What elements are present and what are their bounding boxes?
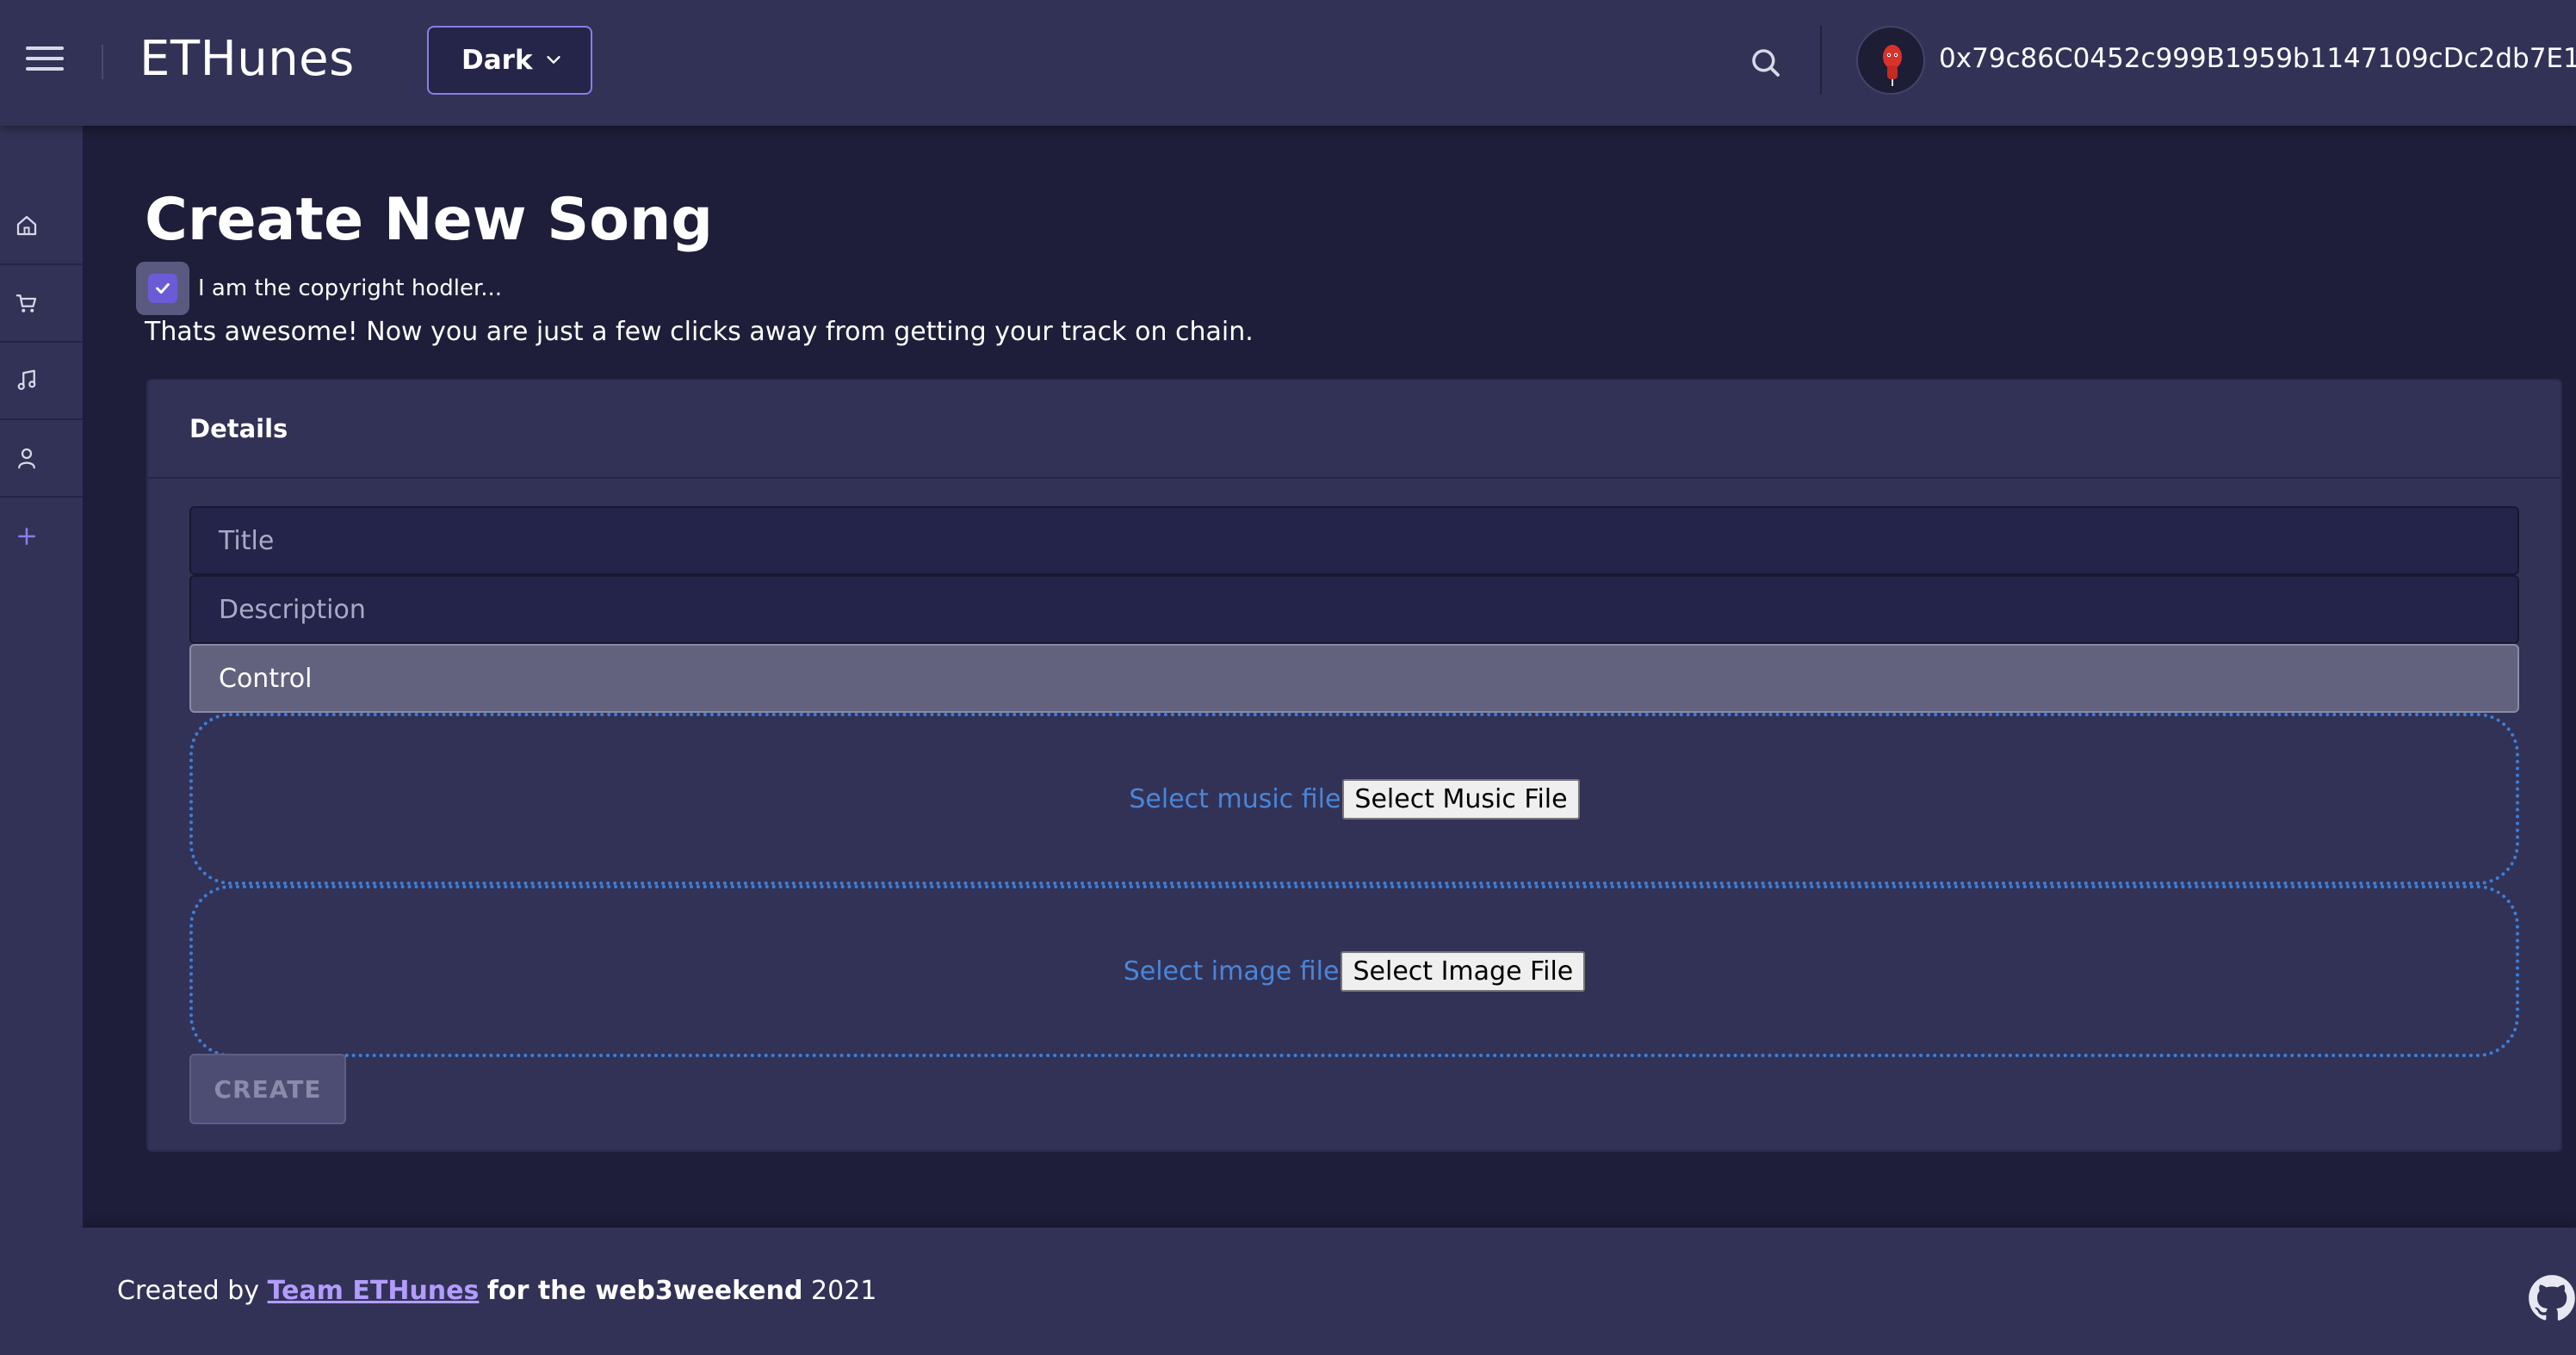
- theme-select[interactable]: Dark: [427, 26, 592, 95]
- control-input[interactable]: Control: [189, 644, 2519, 713]
- user-icon: [18, 448, 35, 469]
- avatar[interactable]: [1856, 26, 1925, 95]
- copyright-message: Thats awesome! Now you are just a few cl…: [145, 317, 1254, 347]
- main-content: Create New Song I am the copyright hodle…: [83, 126, 2576, 1228]
- description-input[interactable]: Description: [189, 575, 2519, 644]
- page-title: Create New Song: [145, 186, 714, 254]
- team-link[interactable]: Team ETHunes: [268, 1276, 480, 1306]
- footer: Created by Team ETHunes for the web3week…: [83, 1228, 2576, 1355]
- create-button[interactable]: CREATE: [189, 1054, 346, 1124]
- plus-icon: [18, 528, 35, 545]
- copyright-checkbox-label[interactable]: I am the copyright hodler...: [198, 275, 502, 301]
- card-title: Details: [189, 414, 288, 443]
- music-file-dropzone[interactable]: Select music file Select Music File: [189, 713, 2519, 885]
- card-header: Details: [148, 381, 2561, 479]
- image-file-dropzone[interactable]: Select image file Select Image File: [189, 885, 2519, 1057]
- sidebar-item-marketplace[interactable]: [0, 265, 83, 343]
- chevron-down-icon: [547, 56, 560, 64]
- music-file-label: Select music file: [1129, 783, 1341, 814]
- title-input[interactable]: Title: [189, 506, 2519, 575]
- wallet-address[interactable]: 0x79c86C0452c999B1959b1147109cDc2db7E138…: [1939, 43, 2576, 74]
- top-bar: ETHunes Dark 0x79c86C0452c999B1959b11471…: [0, 0, 2576, 126]
- cart-icon: [15, 294, 37, 312]
- footer-middle: for the web3weekend: [486, 1276, 803, 1306]
- image-file-label: Select image file: [1123, 956, 1340, 987]
- copyright-checkbox[interactable]: [136, 262, 189, 315]
- details-card: Details Title Description Control Select…: [146, 379, 2562, 1152]
- divider: [102, 45, 103, 79]
- select-music-file-button[interactable]: Select Music File: [1342, 778, 1580, 820]
- search-icon[interactable]: [1748, 45, 1784, 81]
- select-image-file-button[interactable]: Select Image File: [1341, 950, 1586, 992]
- footer-credits: Created by Team ETHunes for the web3week…: [117, 1276, 876, 1306]
- sidebar-item-home[interactable]: [0, 188, 83, 265]
- sidebar-item-profile[interactable]: [0, 420, 83, 498]
- github-icon[interactable]: [2528, 1274, 2576, 1322]
- home-icon: [16, 215, 37, 236]
- avatar-image: [1883, 45, 1902, 86]
- footer-year: 2021: [811, 1276, 877, 1306]
- sidebar: [0, 126, 83, 1355]
- sidebar-item-songs[interactable]: [0, 343, 83, 420]
- check-icon: [156, 282, 170, 294]
- checkbox-box: [148, 274, 177, 303]
- brand-title: ETHunes: [139, 31, 355, 87]
- menu-icon[interactable]: [26, 45, 64, 74]
- music-note-icon: [17, 369, 36, 391]
- control-value: Control: [219, 663, 313, 694]
- footer-prefix: Created by: [117, 1276, 260, 1306]
- divider: [1820, 26, 1822, 95]
- theme-select-value: Dark: [461, 45, 533, 76]
- sidebar-item-create[interactable]: [0, 498, 83, 575]
- description-placeholder: Description: [219, 594, 366, 625]
- title-placeholder: Title: [219, 525, 275, 556]
